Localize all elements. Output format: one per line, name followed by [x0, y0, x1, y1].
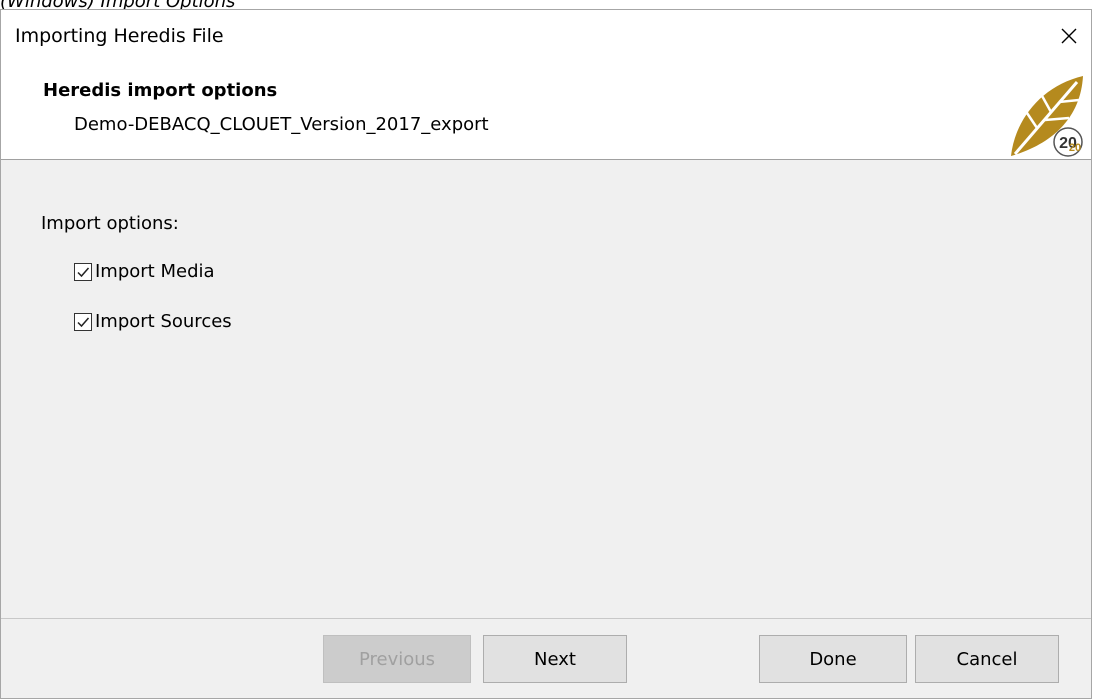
import-media-checkbox[interactable]	[74, 262, 92, 281]
import-sources-option[interactable]: Import Sources	[74, 311, 232, 332]
import-sources-label: Import Sources	[95, 311, 232, 332]
previous-button[interactable]: Previous	[323, 635, 471, 683]
import-options-label: Import options:	[41, 213, 179, 234]
import-media-option[interactable]: Import Media	[74, 261, 215, 282]
wizard-body: Import options: Import Media Import Sour…	[1, 160, 1091, 628]
header-title: Heredis import options	[43, 80, 278, 101]
done-button[interactable]: Done	[759, 635, 907, 683]
checkmark-icon	[77, 267, 90, 277]
close-icon	[1061, 28, 1077, 44]
import-dialog: Importing Heredis File Heredis import op…	[0, 9, 1092, 699]
title-bar[interactable]: Importing Heredis File	[1, 10, 1091, 62]
wizard-header: Heredis import options Demo-DEBACQ_CLOUE…	[1, 62, 1091, 160]
heredis-2020-logo-icon: 20 20	[1007, 72, 1085, 158]
checkmark-icon	[77, 317, 90, 327]
import-sources-checkbox[interactable]	[74, 312, 92, 331]
cancel-button[interactable]: Cancel	[915, 635, 1059, 683]
button-bar: Previous Next Done Cancel	[1, 618, 1091, 699]
window-title: Importing Heredis File	[15, 25, 224, 47]
file-name: Demo-DEBACQ_CLOUET_Version_2017_export	[74, 114, 489, 135]
svg-text:20: 20	[1069, 142, 1081, 154]
close-button[interactable]	[1047, 10, 1091, 62]
next-button[interactable]: Next	[483, 635, 627, 683]
import-media-label: Import Media	[95, 261, 215, 282]
